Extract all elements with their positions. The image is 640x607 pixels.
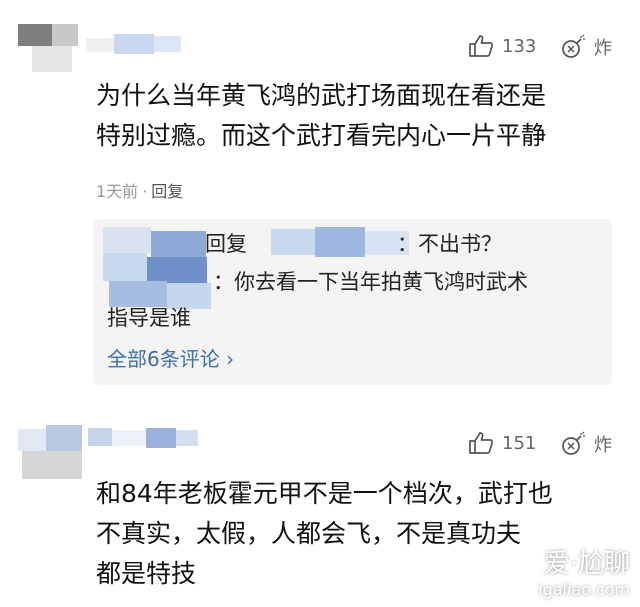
- reply-line-2: ：你去看一下当年拍黄飞鸿时武术: [107, 267, 528, 297]
- bomb-icon: [562, 431, 585, 455]
- like-count: 151: [502, 432, 537, 454]
- watermark: 爱·尬聊 igaliao.com: [538, 543, 630, 599]
- watermark-url: igaliao.com: [538, 580, 630, 599]
- username-mosaic-2[interactable]: [88, 428, 198, 448]
- thumbs-up-icon: [469, 35, 494, 57]
- comment-text-1: 为什么当年黄飞鸿的武打场面现在看还是 特别过瘾。而这个武打看完内心一片平静: [96, 76, 546, 156]
- bomb-icon: [562, 34, 585, 58]
- replies-box: 回复 ：不出书？ ：你去看一下当年拍黄飞鸿时武术 指导是谁 全部6条评论 ›: [93, 219, 612, 385]
- reply-line-3: 指导是谁: [107, 303, 191, 333]
- bomb-button-2[interactable]: 炸: [560, 431, 612, 457]
- comment-line: 为什么当年黄飞鸿的武打场面现在看还是: [96, 81, 547, 110]
- comment-line: 特别过瘾。而这个武打看完内心一片平静: [96, 121, 547, 150]
- reply-link[interactable]: 回复: [151, 182, 183, 201]
- watermark-title: 爱·尬聊: [543, 549, 630, 579]
- comment-line: 和84年老板霍元甲不是一个档次，武打也: [96, 479, 553, 508]
- bomb-label: 炸: [594, 38, 612, 59]
- reply-text: 指导是谁: [107, 306, 191, 330]
- like-button-2[interactable]: 151: [468, 431, 536, 455]
- like-count: 133: [502, 35, 537, 57]
- comment-text-2: 和84年老板霍元甲不是一个档次，武打也 不真实，太假，人都会飞，不是真功夫 都是…: [96, 474, 553, 594]
- comment-meta-1: 1天前 · 回复: [96, 178, 183, 202]
- avatar-mosaic-1[interactable]: [18, 24, 78, 74]
- bomb-label: 炸: [594, 435, 612, 456]
- username-mosaic-1[interactable]: [86, 34, 181, 54]
- thumbs-up-icon: [469, 432, 494, 454]
- bomb-button-1[interactable]: 炸: [560, 34, 612, 60]
- reply-label: 回复: [205, 232, 247, 256]
- comment-line: 都是特技: [96, 559, 197, 588]
- reply-line-1: 回复 ：不出书？: [107, 229, 502, 259]
- timestamp: 1天前: [96, 182, 139, 201]
- like-button-1[interactable]: 133: [468, 34, 536, 58]
- meta-separator: ·: [142, 182, 148, 201]
- all-replies-link[interactable]: 全部6条评论 ›: [107, 343, 234, 372]
- avatar-mosaic-2[interactable]: [18, 425, 88, 481]
- comment-line: 不真实，太假，人都会飞，不是真功夫: [96, 519, 522, 548]
- reply-text: ：你去看一下当年拍黄飞鸿时武术: [213, 270, 528, 294]
- reply-text: ：不出书？: [397, 232, 502, 256]
